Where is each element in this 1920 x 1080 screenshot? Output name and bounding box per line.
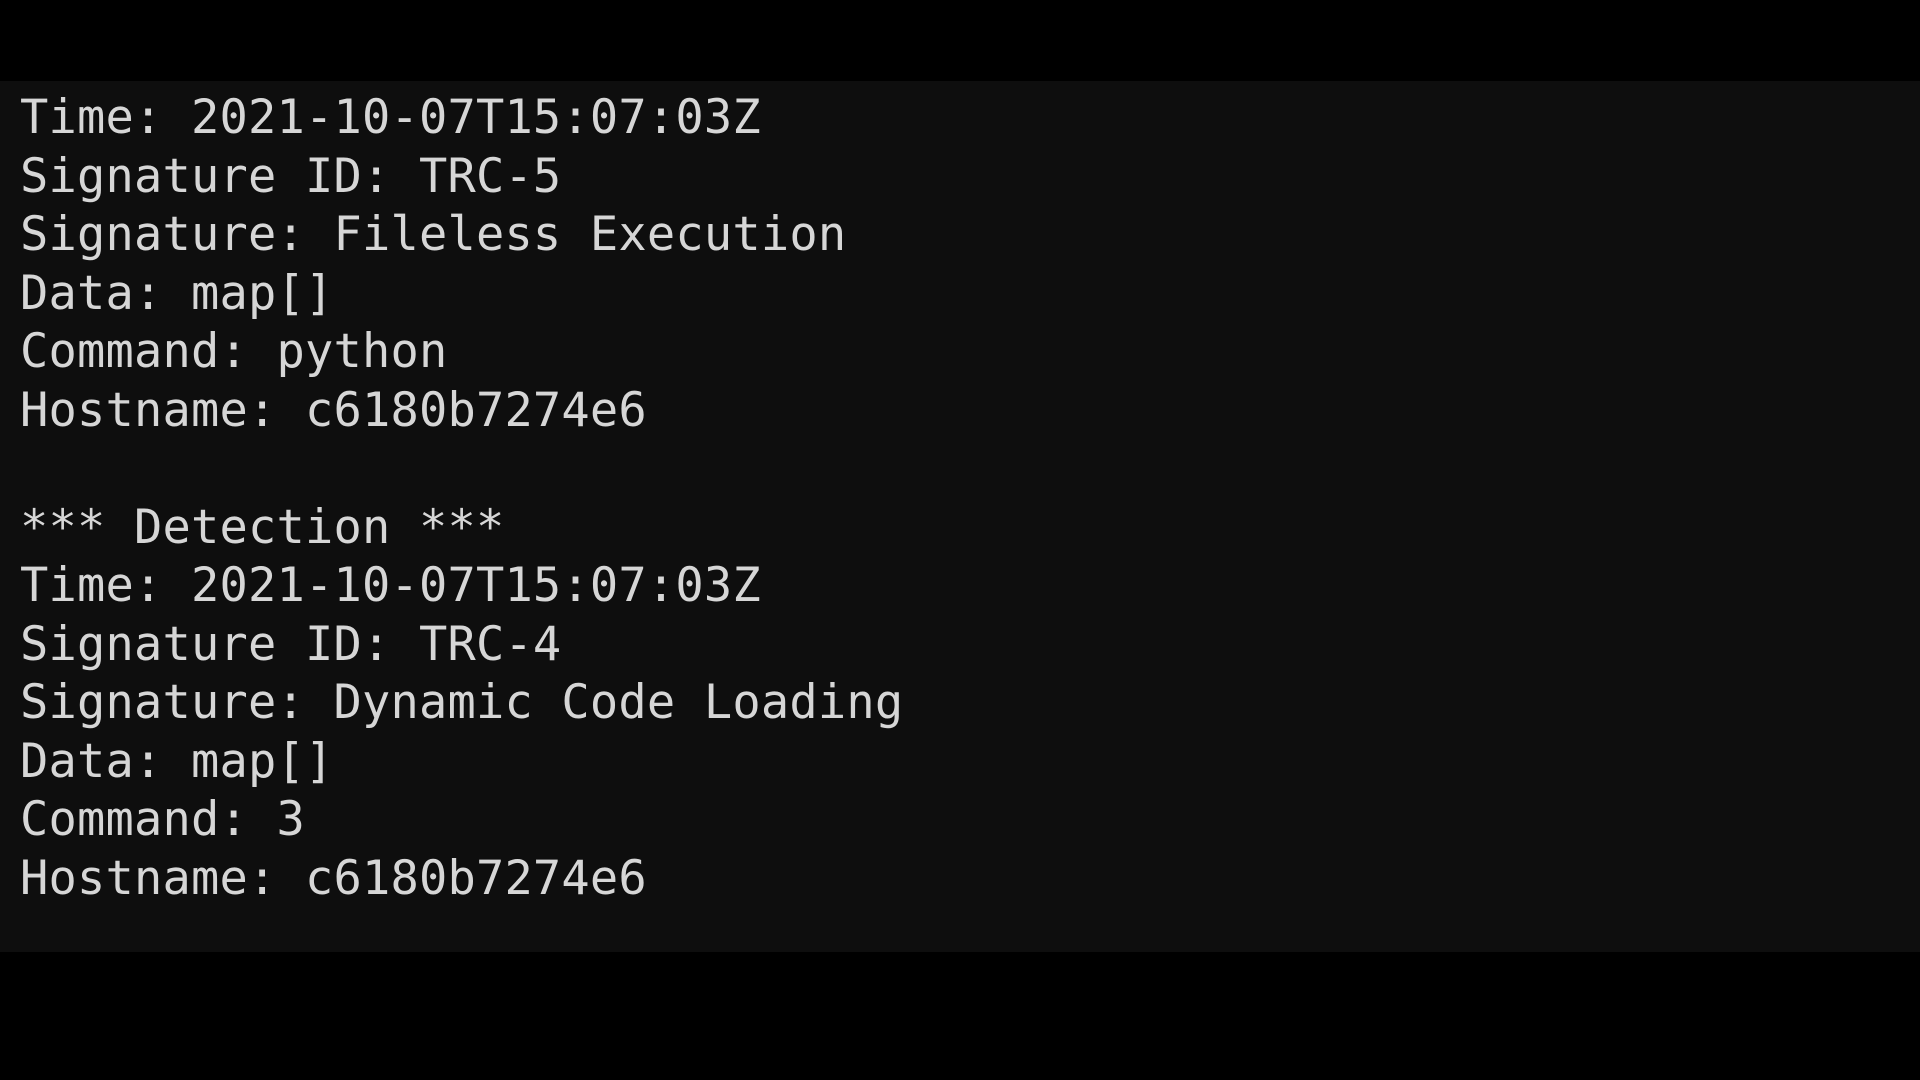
terminal-output[interactable]: Time: 2021-10-07T15:07:03Z Signature ID:…	[0, 81, 1920, 952]
detection-data: Data: map[]	[20, 733, 334, 789]
detection-signature: Signature: Dynamic Code Loading	[20, 675, 904, 730]
detection-hostname: Hostname: c6180b7274e6	[20, 382, 647, 438]
detection-header: *** Detection ***	[20, 499, 505, 555]
detection-command: Command: 3	[20, 792, 305, 847]
detection-time: Time: 2021-10-07T15:07:03Z	[20, 558, 761, 613]
detection-data: Data: map[]	[20, 265, 334, 321]
detection-block: Time: 2021-10-07T15:07:03Z Signature ID:…	[20, 89, 1920, 440]
detection-time: Time: 2021-10-07T15:07:03Z	[20, 90, 761, 145]
detection-signature: Signature: Fileless Execution	[20, 207, 847, 262]
detection-command: Command: python	[20, 324, 448, 379]
detection-block: *** Detection *** Time: 2021-10-07T15:07…	[20, 499, 1920, 909]
detection-signature-id: Signature ID: TRC-4	[20, 616, 562, 672]
detection-hostname: Hostname: c6180b7274e6	[20, 850, 647, 906]
detection-signature-id: Signature ID: TRC-5	[20, 148, 562, 204]
